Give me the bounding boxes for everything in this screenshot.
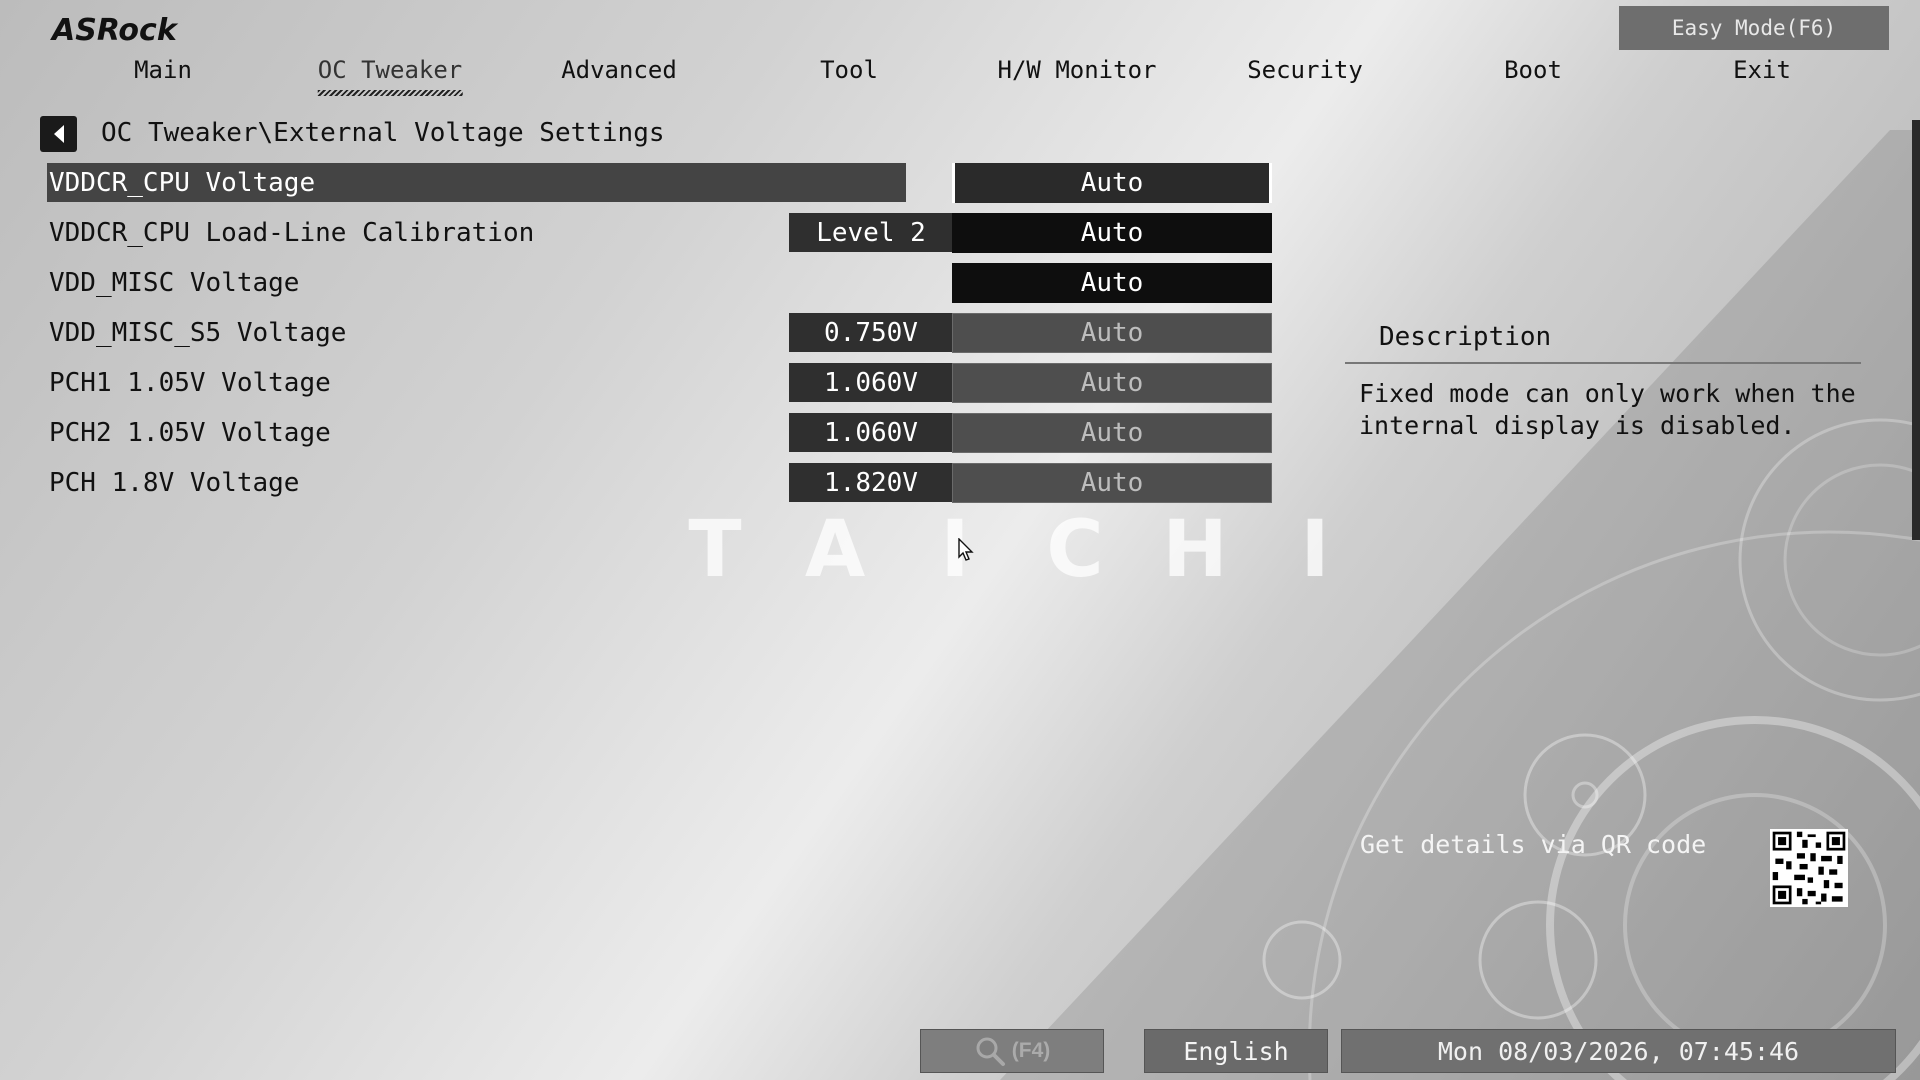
option-vdd-misc-voltage[interactable]: Auto	[952, 263, 1272, 303]
setting-label: VDD_MISC Voltage	[49, 268, 300, 298]
tab-main[interactable]: Main	[134, 56, 192, 84]
tab-hw-monitor[interactable]: H/W Monitor	[998, 56, 1157, 84]
tab-oc-tweaker-label: OC Tweaker	[317, 56, 463, 84]
back-button[interactable]	[40, 116, 77, 152]
setting-row-vdd-misc-s5-voltage[interactable]: VDD_MISC_S5 Voltage 0.750V	[47, 313, 953, 353]
option-vdd-misc-s5-voltage[interactable]: Auto	[952, 313, 1272, 353]
search-icon	[976, 1037, 1005, 1066]
current-value: 1.060V	[789, 363, 953, 402]
search-button[interactable]: (F4)	[920, 1029, 1104, 1073]
main-tabs: Main OC Tweaker Advanced Tool H/W Monito…	[0, 56, 1900, 104]
setting-label: PCH2 1.05V Voltage	[49, 418, 331, 448]
taichi-watermark: TAICHI	[688, 505, 1330, 595]
tab-oc-tweaker[interactable]: OC Tweaker	[317, 56, 463, 96]
setting-row-pch-18v-voltage[interactable]: PCH 1.8V Voltage 1.820V	[47, 463, 953, 503]
option-pch2-105v-voltage[interactable]: Auto	[952, 413, 1272, 453]
easy-mode-button[interactable]: Easy Mode(F6)	[1619, 6, 1889, 50]
tab-advanced[interactable]: Advanced	[561, 56, 677, 84]
mouse-cursor-icon	[958, 538, 974, 561]
language-button[interactable]: English	[1144, 1029, 1328, 1073]
setting-row-vdd-misc-voltage[interactable]: VDD_MISC Voltage	[47, 263, 907, 303]
description-title: Description	[1379, 322, 1552, 352]
setting-label: PCH 1.8V Voltage	[49, 468, 300, 498]
current-value: 0.750V	[789, 313, 953, 352]
setting-row-pch1-105v-voltage[interactable]: PCH1 1.05V Voltage 1.060V	[47, 363, 953, 403]
setting-label: VDD_MISC_S5 Voltage	[49, 318, 347, 348]
tab-security[interactable]: Security	[1247, 56, 1363, 84]
option-vddcr-cpu-voltage[interactable]: Auto	[952, 163, 1272, 203]
current-value: 1.820V	[789, 463, 953, 502]
asrock-logo: ASRock	[50, 13, 179, 48]
setting-label: PCH1 1.05V Voltage	[49, 368, 331, 398]
setting-label: VDDCR_CPU Load-Line Calibration	[49, 218, 535, 248]
tab-tool[interactable]: Tool	[820, 56, 878, 84]
breadcrumb: OC Tweaker\External Voltage Settings	[101, 118, 665, 148]
qr-caption: Get details via QR code	[1360, 830, 1707, 859]
option-pch-18v-voltage[interactable]: Auto	[952, 463, 1272, 503]
search-shortcut-label: (F4)	[1011, 1039, 1051, 1062]
back-arrow-icon	[53, 125, 64, 143]
active-tab-underline	[317, 90, 463, 96]
date-time-display[interactable]: Mon 08/03/2026, 07:45:46	[1341, 1029, 1896, 1073]
setting-row-vddcr-cpu-voltage[interactable]: VDDCR_CPU Voltage	[47, 163, 907, 203]
current-value: 1.060V	[789, 413, 953, 452]
tab-boot[interactable]: Boot	[1504, 56, 1562, 84]
option-pch1-105v-voltage[interactable]: Auto	[952, 363, 1272, 403]
setting-row-pch2-105v-voltage[interactable]: PCH2 1.05V Voltage 1.060V	[47, 413, 953, 453]
description-divider	[1345, 362, 1861, 364]
description-text: Fixed mode can only work when the intern…	[1359, 379, 1856, 440]
current-value: Level 2	[789, 213, 953, 252]
setting-label: VDDCR_CPU Voltage	[49, 168, 316, 198]
qr-code-icon	[1770, 829, 1848, 907]
tab-exit[interactable]: Exit	[1733, 56, 1791, 84]
option-vddcr-cpu-llc[interactable]: Auto	[952, 213, 1272, 253]
setting-row-vddcr-cpu-llc[interactable]: VDDCR_CPU Load-Line Calibration Level 2	[47, 213, 953, 253]
svg-text:ASRock: ASRock	[50, 13, 179, 48]
